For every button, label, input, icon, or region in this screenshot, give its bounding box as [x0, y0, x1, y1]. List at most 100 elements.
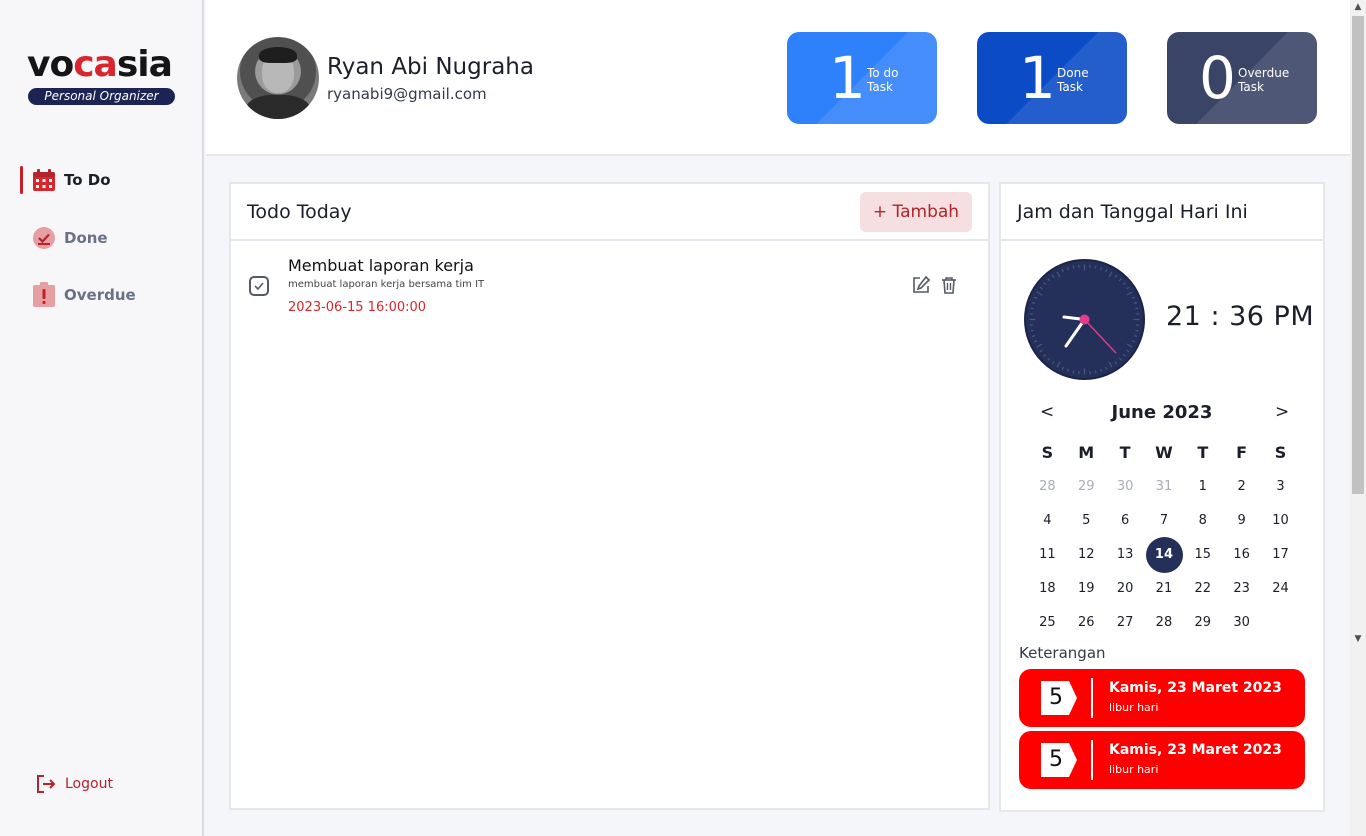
calendar-week-row: 25 26 27 28 29 30 — [1028, 606, 1300, 640]
check-circle-icon — [32, 226, 56, 250]
calendar-day[interactable]: 28 — [1145, 606, 1184, 640]
calendar-day[interactable]: 29 — [1183, 606, 1222, 640]
calendar-weekday-row: SMTWTFS — [1028, 436, 1300, 470]
calendar-day[interactable]: 2 — [1222, 470, 1261, 504]
calendar-day[interactable]: 7 — [1145, 504, 1184, 538]
clock-tick — [1056, 271, 1061, 278]
calendar-day[interactable]: 17 — [1261, 538, 1300, 572]
calendar-weekday: S — [1274, 443, 1287, 462]
calendar-day[interactable]: 29 — [1067, 470, 1106, 504]
edit-icon[interactable] — [911, 275, 931, 295]
calendar-day[interactable]: 19 — [1067, 572, 1106, 606]
calendar-day[interactable]: 26 — [1067, 606, 1106, 640]
done-task-card[interactable]: 1 Done Task — [977, 32, 1127, 124]
clock-tick — [1108, 361, 1113, 368]
calendar-day[interactable]: 25 — [1028, 606, 1067, 640]
clock-tick — [1131, 296, 1135, 299]
clock-tick — [1039, 286, 1043, 290]
done-card-line1: Done — [1057, 66, 1089, 80]
todo-card-line2: Task — [867, 80, 893, 94]
clock-tick — [1056, 361, 1061, 368]
calendar-weekday: W — [1155, 443, 1173, 462]
calendar-day[interactable]: 12 — [1067, 538, 1106, 572]
todo-panel: Todo Today + Tambah Membuat laporan kerj… — [229, 182, 990, 810]
calendar-day[interactable]: 21 — [1145, 572, 1184, 606]
calendar-day[interactable]: 20 — [1106, 572, 1145, 606]
task-due-date: 2023-06-15 16:00:00 — [288, 300, 427, 315]
overdue-card-label: Overdue Task — [1238, 66, 1289, 94]
todo-task-card[interactable]: 1 To do Task — [787, 32, 937, 124]
calendar-day[interactable]: 18 — [1028, 572, 1067, 606]
calendar-day[interactable]: 23 — [1222, 572, 1261, 606]
holiday-card[interactable]: 5 Kamis, 23 Maret 2023 libur hari — [1019, 669, 1305, 727]
clock-tick — [1032, 334, 1036, 338]
task-checkbox[interactable] — [249, 276, 269, 296]
active-indicator — [20, 166, 23, 194]
brand-logo[interactable]: vocasia Personal Organizer — [27, 46, 177, 108]
logout-button[interactable]: Logout — [36, 774, 113, 794]
clock-tick — [1135, 329, 1139, 332]
legend-title: Keterangan — [1019, 644, 1106, 662]
logo-wordmark: vocasia — [27, 44, 173, 85]
calendar-day[interactable]: 27 — [1106, 606, 1145, 640]
calendar-day[interactable]: 30 — [1106, 470, 1145, 504]
calendar-day[interactable]: 8 — [1183, 504, 1222, 538]
todo-count: 1 — [829, 44, 866, 112]
holiday-divider — [1091, 678, 1093, 718]
overdue-count: 0 — [1199, 44, 1236, 112]
clock-tick — [1051, 274, 1055, 278]
avatar[interactable] — [237, 37, 319, 119]
overdue-task-card[interactable]: 0 Overdue Task — [1167, 32, 1317, 124]
holiday-badge-number: 5 — [1049, 747, 1063, 772]
scroll-up-arrow-icon[interactable]: ▲ — [1350, 0, 1366, 14]
calendar-day[interactable]: 22 — [1183, 572, 1222, 606]
clock-panel-header: Jam dan Tanggal Hari Ini — [1001, 184, 1323, 241]
calendar-day[interactable]: 28 — [1028, 470, 1067, 504]
calendar-prev-button[interactable]: < — [1040, 402, 1054, 422]
holiday-card[interactable]: 5 Kamis, 23 Maret 2023 libur hari — [1019, 731, 1305, 789]
calendar-day[interactable]: 13 — [1106, 538, 1145, 572]
sidebar-item-overdue[interactable]: Overdue — [20, 281, 136, 309]
calendar-day[interactable]: 4 — [1028, 504, 1067, 538]
calendar-day[interactable]: 6 — [1106, 504, 1145, 538]
task-item: Membuat laporan kerja membuat laporan ke… — [249, 256, 971, 320]
clock-tick — [1032, 301, 1036, 305]
sidebar-item-label: Overdue — [64, 286, 136, 304]
sidebar-item-done[interactable]: Done — [20, 224, 108, 252]
scroll-down-arrow-icon[interactable]: ▼ — [1350, 632, 1366, 646]
holiday-divider — [1091, 740, 1093, 780]
clock-tick — [1105, 366, 1108, 370]
calendar-day[interactable]: 16 — [1222, 538, 1261, 572]
calendar-day[interactable]: 5 — [1067, 504, 1106, 538]
calendar-day[interactable]: 3 — [1261, 470, 1300, 504]
calendar-weekday: F — [1236, 443, 1248, 462]
todo-panel-title: Todo Today — [247, 201, 352, 223]
add-task-button[interactable]: + Tambah — [860, 192, 972, 232]
clock-tick — [1034, 340, 1038, 343]
todo-card-line1: To do — [867, 66, 899, 80]
done-card-label: Done Task — [1057, 66, 1089, 94]
scrollbar-thumb[interactable] — [1352, 16, 1364, 494]
calendar-day[interactable]: 15 — [1183, 538, 1222, 572]
calendar-next-button[interactable]: > — [1275, 402, 1289, 422]
clock-tick — [1099, 368, 1103, 372]
trash-icon[interactable] — [939, 275, 959, 295]
done-card-line2: Task — [1057, 80, 1083, 94]
overdue-card-line2: Task — [1238, 80, 1264, 94]
clock-tick — [1043, 353, 1047, 357]
calendar-day[interactable]: 10 — [1261, 504, 1300, 538]
clock-tick — [1126, 349, 1130, 353]
calendar-day-selected[interactable]: 14 — [1145, 537, 1184, 573]
calendar-day[interactable]: 9 — [1222, 504, 1261, 538]
calendar-day[interactable]: 31 — [1145, 470, 1184, 504]
calendar-day[interactable]: 11 — [1028, 538, 1067, 572]
holiday-description: libur hari — [1109, 701, 1159, 714]
calendar-day[interactable]: 30 — [1222, 606, 1261, 640]
calendar-day[interactable]: 24 — [1261, 572, 1300, 606]
clock-tick — [1099, 267, 1103, 271]
calendar-day[interactable]: 1 — [1183, 470, 1222, 504]
clock-tick — [1126, 343, 1133, 348]
clock-tick — [1072, 265, 1075, 269]
sidebar-item-todo[interactable]: To Do — [20, 166, 111, 194]
calendar-week-row: 4 5 6 7 8 9 10 — [1028, 504, 1300, 538]
